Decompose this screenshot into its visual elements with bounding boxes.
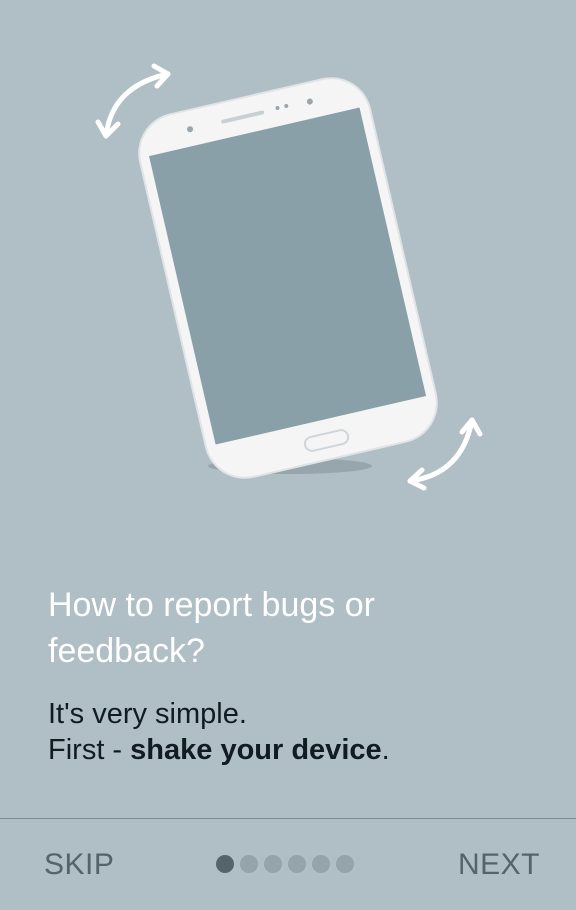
page-indicator-dot-3[interactable]	[264, 855, 282, 873]
shake-device-illustration	[0, 0, 576, 520]
next-button[interactable]: NEXT	[458, 819, 540, 910]
onboarding-headline: How to report bugs or feedback?	[48, 586, 375, 670]
page-indicator-dot-5[interactable]	[312, 855, 330, 873]
onboarding-navigation-bar: SKIP NEXT	[0, 818, 576, 910]
onboarding-text: How to report bugs or feedback? It's ver…	[48, 582, 548, 768]
page-indicator-dot-1[interactable]	[216, 855, 234, 873]
body-line-2-prefix: First -	[48, 734, 131, 766]
page-indicator-dot-6[interactable]	[336, 855, 354, 873]
body-line-2-emphasis: shake your device	[130, 734, 382, 766]
page-indicator-dot-2[interactable]	[240, 855, 258, 873]
page-indicator-dot-4[interactable]	[288, 855, 306, 873]
skip-button[interactable]: SKIP	[44, 819, 114, 910]
page-indicator	[216, 855, 354, 873]
body-line-2-suffix: .	[381, 734, 390, 766]
onboarding-body: It's very simple. First - shake your dev…	[48, 696, 548, 768]
body-line-2: First - shake your device.	[48, 732, 548, 768]
phone-screen	[149, 107, 427, 445]
body-line-1: It's very simple.	[48, 698, 247, 730]
phone-illustration	[138, 77, 438, 479]
